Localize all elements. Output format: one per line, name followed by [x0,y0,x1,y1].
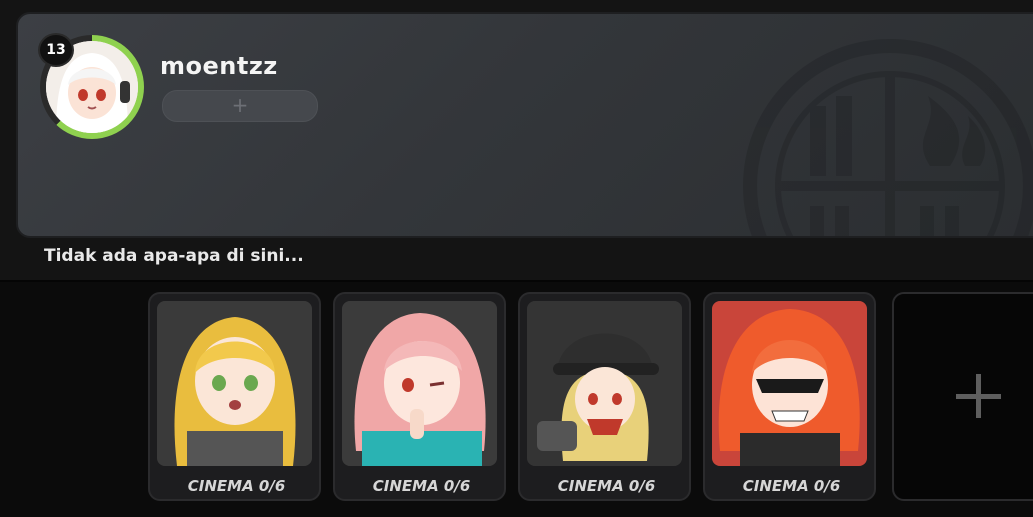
cinema-label: CINEMA 0/6 [557,477,656,495]
agent-portrait-icon [527,301,682,466]
agent-card[interactable]: CINEMA 0/6 [518,292,691,501]
agent-portrait-icon [157,301,312,466]
profile-card [16,12,1033,238]
bio-text: Tidak ada apa-apa di sini... [44,246,304,266]
add-title-button[interactable]: + [162,90,318,122]
plus-icon: + [231,93,249,117]
agent-card[interactable]: CINEMA 0/6 [148,292,321,501]
agent-card[interactable]: CINEMA 0/6 [703,292,876,501]
cinema-label: CINEMA 0/6 [372,477,471,495]
level-badge: 13 [38,33,74,67]
agent-portrait-icon [342,301,497,466]
showcase-agents: CINEMA 0/6 CINEMA 0/6 CINEMA 0/6 CINEMA … [148,292,1033,502]
cinema-label: CINEMA 0/6 [187,477,286,495]
profile-panel: 13 moentzz + Tidak ada apa-apa di sini..… [0,0,1033,280]
username: moentzz [160,52,278,80]
add-agent-button[interactable] [892,292,1033,501]
cinema-label: CINEMA 0/6 [742,477,841,495]
divider [0,280,1033,282]
new-eridu-emblem-icon [743,39,1033,236]
agent-card[interactable]: CINEMA 0/6 [333,292,506,501]
agent-portrait-icon [712,301,867,466]
